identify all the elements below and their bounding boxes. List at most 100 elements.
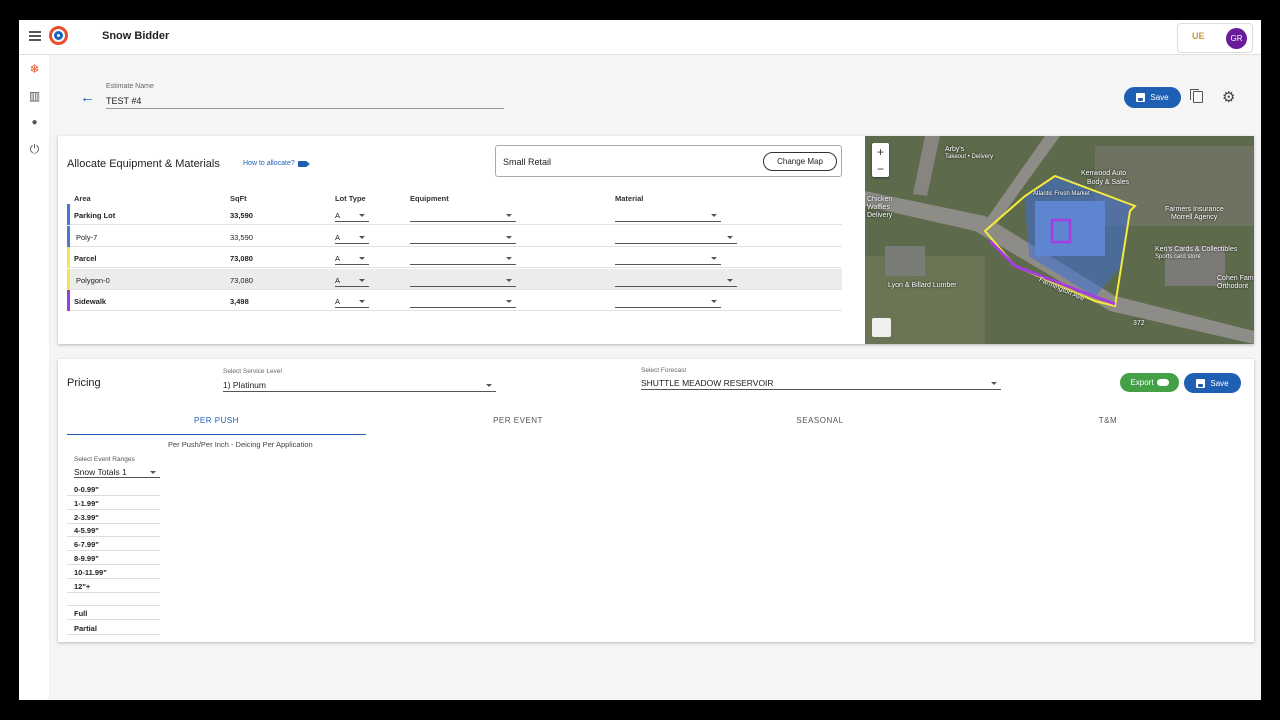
range-item: 2-3.99" [67, 510, 160, 524]
lot-type-select[interactable]: A [335, 209, 369, 222]
chevron-down-icon [359, 257, 365, 260]
chevron-down-icon [711, 257, 717, 260]
tab-per-push[interactable]: PER PUSH [67, 416, 366, 425]
change-map-button[interactable]: Change Map [763, 152, 837, 171]
estimate-name-label: Estimate Name [106, 83, 154, 90]
zoom-in-button[interactable]: + [872, 143, 889, 160]
property-name: Small Retail [503, 157, 552, 167]
range-label: 10-11.99" [74, 567, 107, 577]
event-ranges-select[interactable]: Snow Totals 1 [74, 465, 160, 478]
range-label: 12"+ [74, 581, 91, 591]
equipment-select[interactable] [410, 231, 516, 244]
app-title: Snow Bidder [102, 30, 170, 42]
select-value: A [335, 254, 341, 263]
map-label: Farmers Insurance [1165, 206, 1224, 213]
top-bar: Snow Bidder UE GR [19, 20, 1261, 55]
chevron-down-icon [359, 300, 365, 303]
chevron-down-icon [506, 278, 512, 282]
equipment-select[interactable] [410, 295, 516, 308]
material-select[interactable] [615, 274, 737, 287]
video-icon [297, 160, 310, 167]
area-color-bar [67, 247, 70, 268]
copy-icon[interactable] [1190, 89, 1203, 103]
range-item: 10-11.99" [67, 565, 160, 579]
back-arrow-icon[interactable]: ← [80, 89, 95, 106]
range-label: 6-7.99" [74, 540, 99, 550]
table-row[interactable]: Sidewalk 3,498 A [67, 290, 842, 311]
tab-per-event[interactable]: PER EVENT [368, 416, 668, 425]
table-row[interactable]: Polygon-0 73,080 A [67, 268, 842, 290]
tab-seasonal[interactable]: SEASONAL [670, 416, 970, 425]
map-label: Cohen Fam [1217, 275, 1254, 282]
map-label: Lyon & Billard Lumber [888, 282, 957, 289]
col-sqft: SqFt [230, 194, 247, 203]
col-material: Material [615, 194, 644, 203]
forecast-select[interactable]: SHUTTLE MEADOW RESERVOIR [641, 376, 1001, 390]
service-level-label: Select Service Level [223, 368, 282, 375]
map-label: Ken's Cards & Collectibles [1155, 246, 1238, 253]
export-button[interactable]: Export [1120, 373, 1179, 392]
lot-type-select[interactable]: A [335, 252, 369, 265]
layers-icon[interactable] [872, 318, 891, 337]
select-value: A [335, 275, 341, 285]
chevron-down-icon [506, 257, 512, 260]
snowflake-icon[interactable]: ❄ [25, 59, 44, 78]
coverage-item: Full [67, 606, 160, 620]
map-label: Morrell Agency [1171, 214, 1218, 221]
pricing-save-button[interactable]: Save [1184, 373, 1241, 393]
equipment-select[interactable] [410, 274, 516, 287]
lot-type-select[interactable]: A [335, 295, 369, 308]
lot-type-select[interactable]: A [335, 274, 369, 287]
col-area: Area [74, 194, 91, 203]
forecast-label: Select Forecast [641, 367, 687, 374]
map-label: Waffles [867, 204, 890, 211]
area-name: Poly-7 [76, 232, 98, 242]
side-nav: ❄ ▥ ● ⏻ [19, 55, 50, 700]
lot-type-select[interactable]: A [335, 231, 369, 244]
gear-icon[interactable]: ⚙ [1222, 88, 1235, 106]
satellite-map[interactable]: Arby's Takeout • Delivery Kenwood Auto B… [865, 136, 1254, 344]
chevron-down-icon [727, 278, 733, 282]
cloud-download-icon [1156, 379, 1169, 386]
material-select[interactable] [615, 209, 721, 222]
map-label: Arby's [945, 146, 965, 153]
how-to-allocate-link[interactable]: How to allocate? [243, 160, 310, 167]
table-row[interactable]: Parking Lot 33,590 A [67, 204, 842, 225]
map-label: Chicken [867, 196, 893, 203]
material-select[interactable] [615, 295, 721, 308]
allocate-title: Allocate Equipment & Materials [67, 158, 220, 170]
chevron-down-icon [506, 235, 512, 239]
avatar[interactable]: GR [1226, 28, 1247, 49]
table-row[interactable]: Poly-7 33,590 A [67, 225, 842, 247]
company-logo: UE [1192, 31, 1205, 41]
menu-icon[interactable] [29, 31, 41, 41]
tab-t-and-m[interactable]: T&M [958, 416, 1258, 425]
material-select[interactable] [615, 231, 737, 244]
zoom-out-button[interactable]: − [872, 160, 889, 177]
range-label: 4-5.99" [74, 526, 99, 536]
user-menu[interactable]: UE GR [1177, 23, 1253, 53]
pricing-subtitle: Per Push/Per Inch - Deicing Per Applicat… [168, 440, 313, 449]
user-icon[interactable]: ● [25, 113, 44, 132]
map-label: Kenwood Auto [1081, 170, 1127, 177]
material-select[interactable] [615, 252, 721, 265]
area-color-bar [67, 225, 70, 247]
area-name: Sidewalk [74, 297, 107, 306]
save-button[interactable]: Save [1124, 87, 1181, 108]
property-box: Small Retail Change Map [495, 145, 842, 177]
equipment-select[interactable] [410, 209, 516, 222]
select-value: A [335, 211, 341, 220]
equipment-select[interactable] [410, 252, 516, 265]
col-equipment: Equipment [410, 194, 449, 203]
area-sqft: 33,590 [230, 211, 253, 220]
map-icon[interactable]: ▥ [25, 86, 44, 105]
power-icon[interactable]: ⏻ [25, 140, 44, 159]
range-item: 1-1.99" [67, 496, 160, 510]
estimate-name-input[interactable] [106, 94, 504, 109]
app-logo-icon [49, 26, 68, 45]
table-row[interactable]: Parcel 73,080 A [67, 247, 842, 268]
select-value: A [335, 232, 341, 242]
service-level-select[interactable]: 1) Platinum [223, 378, 496, 392]
range-label: 1-1.99" [74, 498, 99, 508]
range-label: 0-0.99" [74, 485, 99, 494]
